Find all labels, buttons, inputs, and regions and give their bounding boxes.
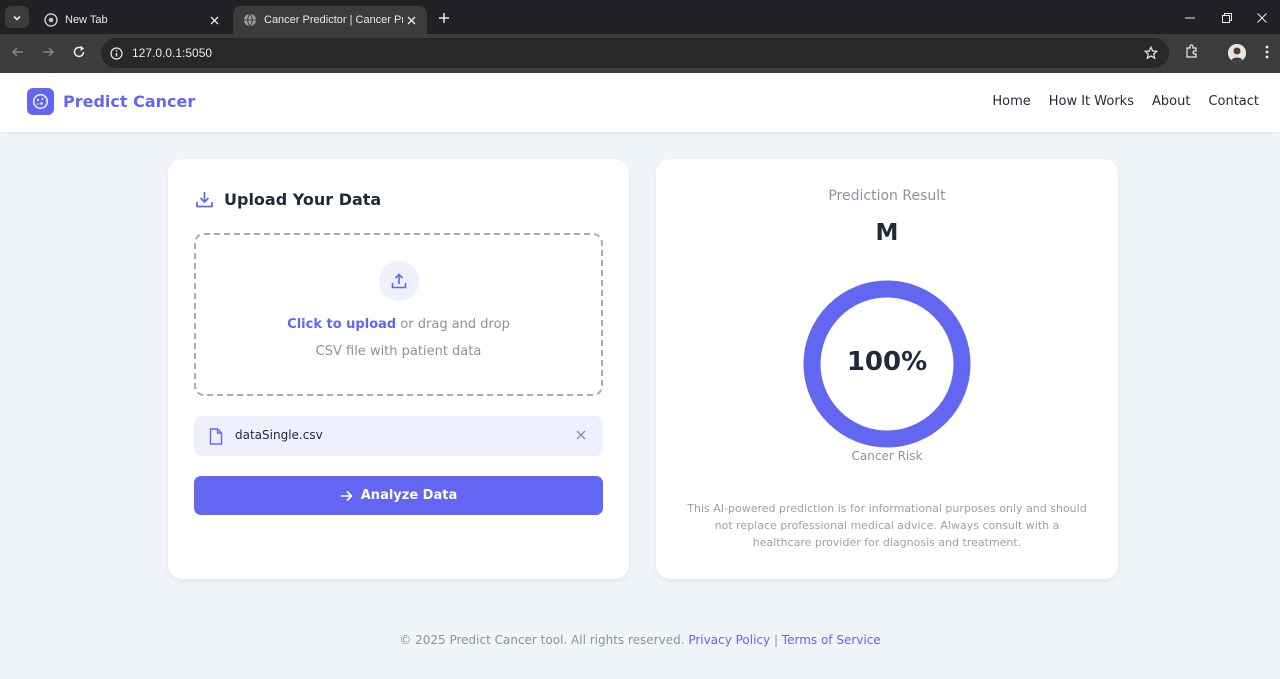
terms-of-service-link[interactable]: Terms of Service xyxy=(782,633,881,647)
upload-icon xyxy=(379,261,419,301)
browser-tab-bar: New Tab Cancer Predictor | Cancer Predic… xyxy=(0,0,1280,34)
close-icon[interactable] xyxy=(206,12,222,28)
upload-title: Upload Your Data xyxy=(224,189,382,209)
extensions-button[interactable] xyxy=(1182,43,1202,63)
url-text: 127.0.0.1:5050 xyxy=(132,46,213,60)
close-window-button[interactable] xyxy=(1244,6,1280,28)
tab-title: Cancer Predictor | Cancer Prediction xyxy=(264,14,403,26)
close-icon[interactable] xyxy=(573,427,589,443)
disclaimer: This AI-powered prediction is for inform… xyxy=(687,502,1087,549)
upload-heading: Upload Your Data xyxy=(194,189,381,209)
browser-toolbar: 127.0.0.1:5050 xyxy=(0,34,1280,73)
chrome-icon xyxy=(44,13,58,27)
file-dropzone[interactable]: Click to upload or drag and drop CSV fil… xyxy=(194,233,603,396)
analyze-data-button[interactable]: Analyze Data xyxy=(194,476,603,515)
dropzone-text: or drag and drop xyxy=(396,317,510,332)
click-to-upload-link[interactable]: Click to upload xyxy=(287,317,396,332)
brand-cell-icon xyxy=(27,88,54,115)
chevron-down-icon xyxy=(12,8,22,27)
dropzone-instruction: Click to upload or drag and drop xyxy=(196,317,601,332)
site-header: Predict Cancer Home How It Works About C… xyxy=(0,73,1280,132)
address-bar[interactable]: 127.0.0.1:5050 xyxy=(101,38,1169,68)
risk-gauge: 100% xyxy=(803,280,971,448)
selected-file: dataSingle.csv xyxy=(194,416,603,456)
file-name: dataSingle.csv xyxy=(235,428,323,442)
nav-link-how-it-works[interactable]: How It Works xyxy=(1049,94,1134,109)
risk-caption: Cancer Risk xyxy=(851,449,923,463)
risk-value: 100% xyxy=(846,347,928,377)
tab-title: New Tab xyxy=(65,14,108,26)
globe-icon xyxy=(243,13,257,27)
forward-button[interactable] xyxy=(37,42,59,64)
nav-link-about[interactable]: About xyxy=(1152,94,1190,109)
upload-card: Upload Your Data Click to upload or drag… xyxy=(168,159,629,579)
copyright-text: © 2025 Predict Cancer tool. All rights r… xyxy=(399,633,689,647)
restore-button[interactable] xyxy=(1209,6,1245,28)
info-icon[interactable] xyxy=(109,46,123,60)
download-icon xyxy=(194,189,214,209)
profile-avatar[interactable] xyxy=(1228,44,1246,62)
tab-search-button[interactable] xyxy=(5,6,29,28)
new-tab-button[interactable] xyxy=(434,8,454,28)
arrow-right-icon xyxy=(340,489,354,503)
file-icon xyxy=(208,427,224,445)
plus-icon xyxy=(438,9,450,28)
forward-icon xyxy=(41,44,55,63)
privacy-policy-link[interactable]: Privacy Policy xyxy=(688,633,770,647)
back-button[interactable] xyxy=(7,42,29,64)
back-icon xyxy=(11,44,25,63)
star-icon[interactable] xyxy=(1143,45,1159,61)
extensions-icon xyxy=(1184,43,1200,63)
close-icon[interactable] xyxy=(403,12,419,28)
minimize-button[interactable] xyxy=(1172,6,1208,28)
result-card: Prediction Result M 100% Cancer Risk Thi… xyxy=(656,159,1118,579)
nav-link-contact[interactable]: Contact xyxy=(1208,94,1259,109)
more-icon xyxy=(1265,44,1269,63)
reload-button[interactable] xyxy=(68,42,90,64)
analyze-data-label: Analyze Data xyxy=(360,488,458,503)
restore-icon xyxy=(1222,8,1232,27)
tab-new-tab[interactable]: New Tab xyxy=(34,6,230,34)
nav-link-home[interactable]: Home xyxy=(992,94,1030,109)
footer-separator: | xyxy=(770,633,782,647)
site-footer: © 2025 Predict Cancer tool. All rights r… xyxy=(0,633,1280,647)
brand-name: Predict Cancer xyxy=(63,92,196,111)
close-icon xyxy=(1257,8,1267,27)
minimize-icon xyxy=(1185,8,1195,27)
main-nav: Home How It Works About Contact xyxy=(992,94,1259,109)
brand-logo[interactable]: Predict Cancer xyxy=(27,88,195,115)
tab-cancer-predictor[interactable]: Cancer Predictor | Cancer Prediction xyxy=(233,6,427,34)
dropzone-hint: CSV file with patient data xyxy=(315,344,482,359)
reload-icon xyxy=(72,44,86,63)
result-title: Prediction Result xyxy=(828,188,946,204)
more-menu-button[interactable] xyxy=(1257,43,1277,63)
prediction-label: M xyxy=(875,220,899,246)
